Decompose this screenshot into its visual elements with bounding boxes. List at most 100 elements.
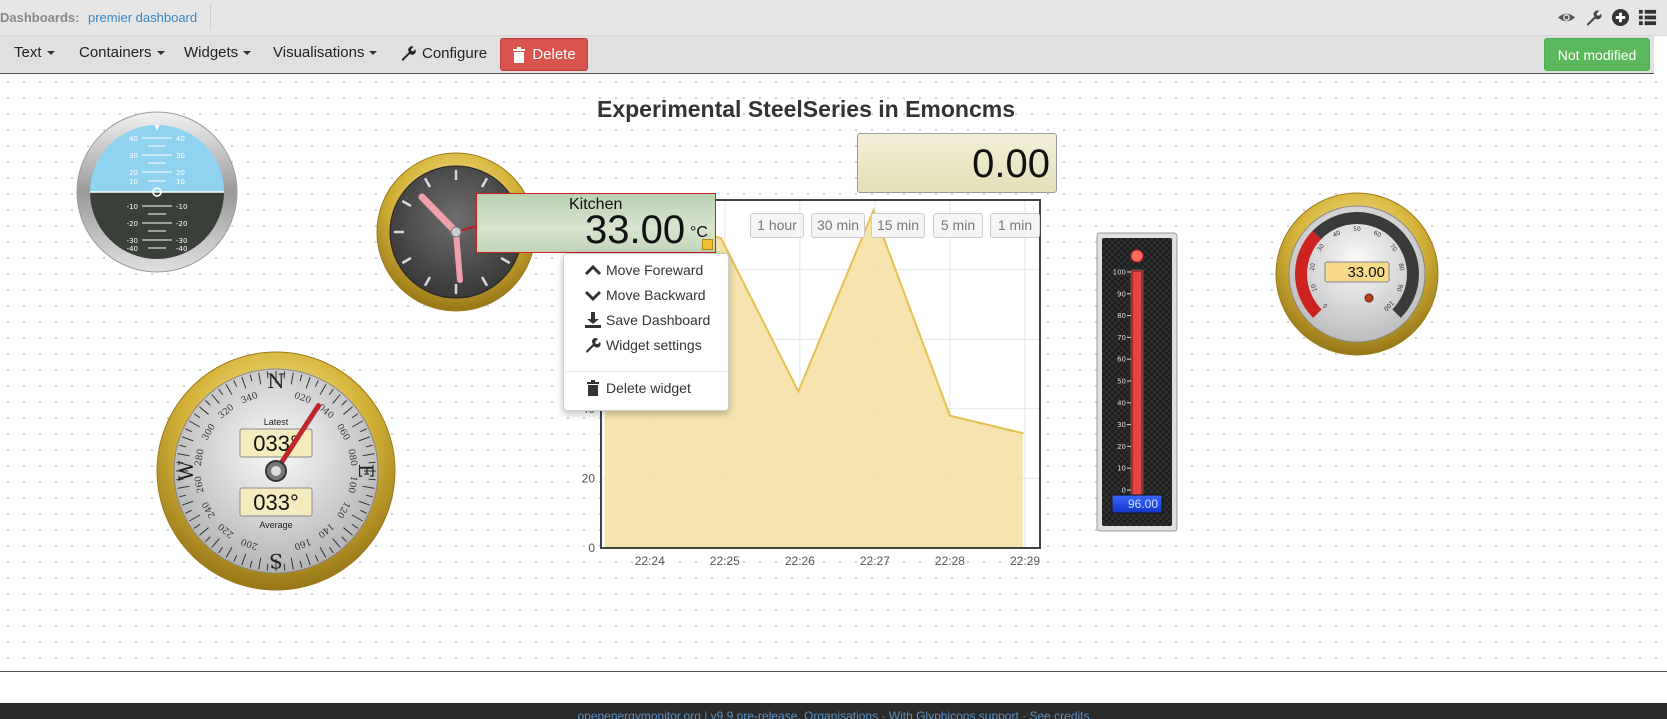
- range-button[interactable]: 1 min: [990, 213, 1040, 238]
- delete-label: Delete: [532, 46, 576, 63]
- horizon-scale-label: 30: [129, 152, 138, 160]
- x-tick-label: 22:27: [860, 554, 890, 568]
- menu-item-label: Delete widget: [606, 380, 691, 396]
- menu-item-save-dashboard[interactable]: Save Dashboard: [584, 312, 710, 328]
- horizon-scale-label: -10: [127, 203, 138, 211]
- footer-text: openenergymonitor.org | v9.9 pre-release…: [577, 709, 1090, 719]
- download-icon: [585, 312, 601, 328]
- compass-cardinal: S: [269, 549, 283, 573]
- data-point: [797, 390, 800, 393]
- x-tick-label: 22:26: [785, 554, 815, 568]
- compass-cardinal: N: [267, 369, 285, 393]
- chevron-down-icon: [584, 290, 602, 302]
- menu-widgets[interactable]: Widgets: [184, 44, 252, 61]
- radial-gauge-scale-label: 80: [1397, 263, 1405, 272]
- horizon-scale-label: -20: [176, 220, 187, 228]
- thermometer-value: 96.00: [1128, 497, 1158, 511]
- toolbar-edge: [1654, 36, 1667, 74]
- compass-average-value: 033°: [253, 490, 299, 515]
- resize-handle[interactable]: [702, 239, 713, 250]
- kitchen-value: 33.00: [585, 208, 686, 252]
- horizon-gauge[interactable]: 40 4030 3020 2010 10-10 -10-20 -20-30 -30-40 -40: [76, 111, 238, 273]
- compass-tick: [368, 478, 376, 481]
- menu-divider: [565, 371, 727, 372]
- widget-context-menu: Move Foreward Move Backward Save Dashboa…: [563, 253, 729, 411]
- thermometer-scale-label: 40: [1117, 399, 1126, 407]
- trash-icon: [513, 46, 526, 63]
- menu-widgets-label: Widgets: [184, 44, 239, 61]
- horizon-scale-label: -40: [127, 245, 138, 253]
- divider: [210, 4, 211, 30]
- horizon-scale-label: 40: [129, 135, 138, 143]
- y-tick-label: 0: [588, 541, 595, 555]
- horizon-scale-label: -30: [176, 237, 187, 245]
- menu-item-move-backward[interactable]: Move Backward: [584, 287, 706, 303]
- radial-gauge-value: 33.00: [1347, 264, 1385, 281]
- menu-text[interactable]: Text: [14, 44, 55, 61]
- list-icon[interactable]: [1638, 8, 1657, 27]
- configure-button[interactable]: Configure: [400, 44, 487, 62]
- range-button[interactable]: 30 min: [811, 213, 865, 238]
- x-tick-label: 22:24: [635, 554, 665, 568]
- data-point: [720, 237, 723, 240]
- breadcrumb-label: Dashboards:: [0, 10, 80, 25]
- thermometer-led: [1130, 249, 1144, 263]
- dashboard-toolbar: Text Containers Widgets Visualisations C…: [0, 36, 1667, 74]
- horizon-scale-label: 10: [129, 178, 138, 186]
- menu-text-label: Text: [14, 44, 42, 61]
- menu-item-move-forward[interactable]: Move Foreward: [584, 262, 703, 278]
- thermometer-scale-label: 70: [1117, 334, 1126, 342]
- caret-down-icon: [46, 51, 55, 56]
- compass-tick: [266, 563, 269, 571]
- eye-icon[interactable]: [1557, 8, 1576, 27]
- caret-down-icon: [369, 51, 378, 56]
- horizon-scale-label: -20: [127, 220, 138, 228]
- radial-gauge[interactable]: 010203040 50 60708090100 33.00: [1275, 192, 1439, 356]
- menu-item-delete-widget[interactable]: Delete widget: [584, 380, 691, 396]
- horizon-scale-label: 40: [176, 135, 185, 143]
- range-button[interactable]: 1 hour: [750, 213, 804, 238]
- menu-item-label: Move Backward: [606, 287, 706, 303]
- kitchen-lcd-widget[interactable]: Kitchen 33.00 °C: [476, 193, 716, 253]
- menu-visualisations[interactable]: Visualisations: [273, 44, 378, 61]
- menu-item-label: Save Dashboard: [606, 312, 711, 328]
- dashboard-title[interactable]: Experimental SteelSeries in Emoncms: [597, 96, 1015, 123]
- caret-down-icon: [243, 51, 252, 56]
- thermometer-scale-label: 20: [1117, 443, 1126, 451]
- wrench-icon[interactable]: [1584, 8, 1603, 27]
- plus-circle-icon[interactable]: [1611, 8, 1630, 27]
- horizon-scale-label: -40: [176, 245, 187, 253]
- save-status-button[interactable]: Not modified: [1544, 38, 1650, 71]
- numeric-display-value: 0.00: [972, 142, 1050, 186]
- breadcrumb-current-dashboard[interactable]: premier dashboard: [88, 10, 197, 25]
- x-tick-label: 22:28: [935, 554, 965, 568]
- thermometer-gauge[interactable]: 1009080706050403020100 96.00: [1096, 232, 1178, 532]
- data-point: [1021, 432, 1024, 435]
- caret-down-icon: [156, 51, 165, 56]
- thermometer-scale-label: 100: [1113, 269, 1126, 277]
- compass-tick: [283, 563, 286, 571]
- compass-latest-label: Latest: [264, 417, 289, 427]
- thermometer-scale-label: 60: [1117, 356, 1126, 364]
- wrench-icon: [401, 46, 416, 62]
- breadcrumb: Dashboards: premier dashboard: [0, 0, 1667, 36]
- menu-item-widget-settings[interactable]: Widget settings: [584, 337, 702, 353]
- thermometer-scale-label: 30: [1117, 421, 1126, 429]
- compass-average-label: Average: [259, 520, 292, 530]
- x-tick-label: 22:25: [710, 554, 740, 568]
- configure-label: Configure: [422, 44, 488, 62]
- delete-button[interactable]: Delete: [500, 38, 588, 71]
- range-button[interactable]: 5 min: [933, 213, 983, 238]
- numeric-display-widget[interactable]: 0.00: [857, 133, 1057, 193]
- trash-icon: [587, 380, 599, 396]
- horizon-scale-label: 20: [176, 169, 185, 177]
- menu-containers-label: Containers: [79, 44, 152, 61]
- menu-containers[interactable]: Containers: [79, 44, 165, 61]
- x-tick-label: 22:29: [1010, 554, 1040, 568]
- data-point: [872, 209, 875, 212]
- range-button[interactable]: 15 min: [871, 213, 925, 238]
- compass-gauge[interactable]: 0200400600801001201401602002202402602803…: [156, 351, 396, 591]
- radial-gauge-scale-label: 20: [1309, 263, 1317, 272]
- horizon-scale-label: 30: [176, 152, 185, 160]
- footer: openenergymonitor.org | v9.9 pre-release…: [0, 703, 1667, 719]
